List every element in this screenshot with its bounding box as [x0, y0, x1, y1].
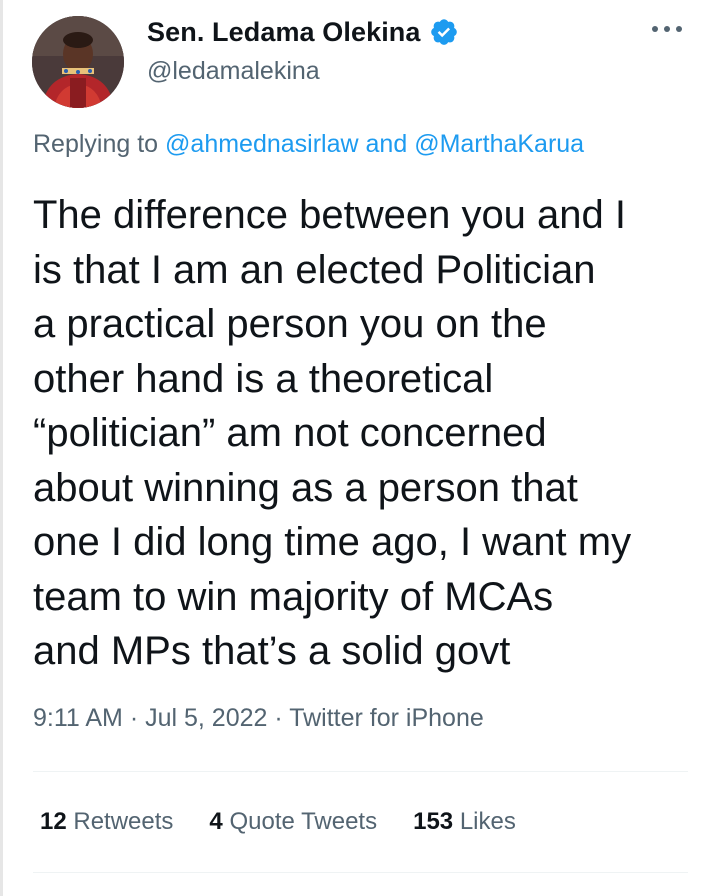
tweet-text-line: other hand is a theoretical: [33, 356, 494, 401]
tweet-text-line: a practical person you on the: [33, 302, 547, 346]
meta-separator: ·: [129, 704, 139, 732]
likes-count: 153: [413, 808, 454, 835]
quote-tweets-label: Quote Tweets: [229, 808, 378, 835]
tweet-header: Sen. Ledama Olekina @ledamalekina: [30, 12, 700, 108]
tweet-text-line: is that I am an elected Politician: [33, 247, 596, 292]
retweets-count: 12: [40, 808, 67, 835]
replying-to-prefix: Replying to: [33, 130, 159, 158]
display-name[interactable]: Sen. Ledama Olekina: [147, 17, 421, 48]
profile-photo-icon: [32, 16, 124, 108]
mention-link-2[interactable]: @MarthaKarua: [414, 130, 584, 158]
mention-joiner[interactable]: and: [366, 130, 408, 158]
divider: [33, 872, 688, 873]
display-name-row: Sen. Ledama Olekina: [147, 14, 459, 50]
tweet-text-line: about winning as a person that: [33, 465, 578, 510]
more-options-icon[interactable]: [650, 22, 684, 36]
likes-stat[interactable]: 153 Likes: [413, 808, 516, 836]
tweet-text-line: and MPs that’s a solid govt: [33, 629, 511, 673]
tweet-text-line: team to win majority of MCAs: [33, 574, 554, 619]
left-edge-border: [0, 0, 3, 896]
likes-label: Likes: [459, 808, 516, 835]
name-block: Sen. Ledama Olekina @ledamalekina: [147, 14, 459, 86]
tweet-text-line: The difference between you and I: [33, 193, 627, 237]
tweet-source[interactable]: Twitter for iPhone: [289, 704, 484, 732]
verified-badge-icon: [429, 17, 459, 47]
meta-separator: ·: [274, 704, 283, 732]
engagement-stats: 12 Retweets 4 Quote Tweets 153 Likes: [40, 808, 552, 836]
mention-link-1[interactable]: @ahmednasirlaw: [165, 130, 359, 158]
quote-tweets-count: 4: [209, 808, 223, 835]
tweet-text-line: “politician” am not concerned: [33, 411, 547, 455]
tweet-text-line: one I did long time ago, I want my: [33, 520, 632, 564]
divider: [33, 771, 688, 772]
retweets-label: Retweets: [73, 808, 174, 835]
quote-tweets-stat[interactable]: 4 Quote Tweets: [209, 808, 377, 836]
replying-to: Replying to @ahmednasirlaw and @MarthaKa…: [33, 130, 584, 159]
handle[interactable]: @ledamalekina: [147, 57, 459, 86]
tweet-text: The difference between you and I is that…: [33, 188, 703, 679]
retweets-stat[interactable]: 12 Retweets: [40, 808, 173, 836]
avatar[interactable]: [32, 16, 124, 108]
tweet-time[interactable]: 9:11 AM: [33, 704, 123, 732]
tweet-date[interactable]: Jul 5, 2022: [145, 704, 267, 732]
tweet-meta: 9:11 AM · Jul 5, 2022 · Twitter for iPho…: [33, 704, 484, 733]
